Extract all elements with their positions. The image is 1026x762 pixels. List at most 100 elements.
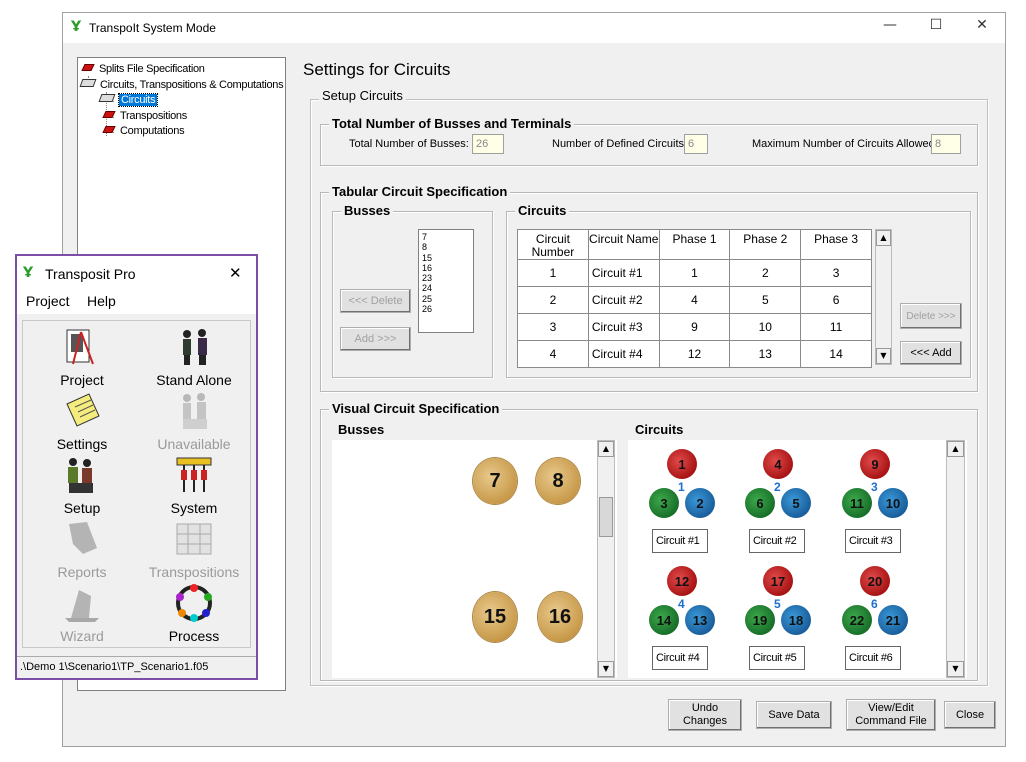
circuit-name-label[interactable]: Circuit #1 [652, 529, 708, 553]
circuit-phase-ball[interactable]: 6 [745, 488, 775, 518]
menu-project[interactable]: Project [26, 293, 70, 309]
circuit-name-label[interactable]: Circuit #5 [749, 646, 805, 670]
list-item[interactable]: 25 [422, 294, 470, 304]
circuit-phase-ball[interactable]: 9 [860, 449, 890, 479]
table-cell[interactable]: 4 [517, 340, 589, 368]
settings-tool[interactable]: Settings [27, 390, 137, 452]
unavailable-tool[interactable]: Unavailable [139, 390, 249, 452]
scroll-up-icon[interactable]: ▲ [598, 441, 614, 457]
circuit-name-label[interactable]: Circuit #3 [845, 529, 901, 553]
list-item[interactable]: 23 [422, 273, 470, 283]
table-cell[interactable]: 1 [517, 259, 589, 287]
table-row[interactable]: 3 Circuit #3 9 10 11 [517, 313, 872, 341]
scroll-thumb[interactable] [599, 497, 613, 537]
save-data-button[interactable]: Save Data [756, 701, 832, 729]
circuit-phase-ball[interactable]: 1 [667, 449, 697, 479]
table-cell[interactable]: 6 [800, 286, 872, 314]
table-row[interactable]: 4 Circuit #4 12 13 14 [517, 340, 872, 368]
busses-listbox[interactable]: 7 8 15 16 23 24 25 26 [418, 229, 474, 333]
table-cell[interactable]: 12 [658, 340, 731, 368]
table-cell[interactable]: 14 [800, 340, 872, 368]
menu-help[interactable]: Help [87, 293, 116, 309]
circuit-phase-ball[interactable]: 14 [649, 605, 679, 635]
scroll-down-icon[interactable]: ▼ [947, 661, 964, 677]
tree-item-transpositions[interactable]: Transpositions [102, 110, 187, 122]
system-tool[interactable]: System [139, 454, 249, 516]
column-header-phase2[interactable]: Phase 2 [729, 229, 802, 260]
table-scrollbar[interactable]: ▲ ▼ [875, 229, 892, 365]
circuit-phase-ball[interactable]: 10 [878, 488, 908, 518]
table-cell[interactable]: Circuit #2 [587, 286, 660, 314]
table-cell[interactable]: Circuit #3 [587, 313, 660, 341]
circuit-name-label[interactable]: Circuit #6 [845, 646, 901, 670]
stand-alone-tool[interactable]: Stand Alone [139, 326, 249, 388]
circuit-phase-ball[interactable]: 17 [763, 566, 793, 596]
close-button[interactable]: Close [944, 701, 996, 729]
add-bus-button[interactable]: Add >>> [340, 327, 411, 351]
bus-ball[interactable]: 15 [473, 592, 517, 642]
maximize-button[interactable]: ☐ [921, 17, 951, 39]
table-cell[interactable]: 3 [800, 259, 872, 287]
delete-circuit-button[interactable]: Delete >>> [900, 303, 962, 329]
process-tool[interactable]: Process [139, 582, 249, 644]
busses-scrollbar[interactable]: ▲ ▼ [597, 440, 615, 678]
table-cell[interactable]: 2 [517, 286, 589, 314]
table-cell[interactable]: 11 [800, 313, 872, 341]
tree-item-splits[interactable]: Splits File Specification [81, 63, 205, 75]
undo-changes-button[interactable]: Undo Changes [668, 699, 742, 731]
list-item[interactable]: 8 [422, 242, 470, 252]
table-cell[interactable]: 3 [517, 313, 589, 341]
project-tool[interactable]: Project [27, 326, 137, 388]
list-item[interactable]: 26 [422, 304, 470, 314]
wizard-tool[interactable]: Wizard [27, 582, 137, 644]
table-cell[interactable]: Circuit #1 [587, 259, 660, 287]
table-cell[interactable]: 9 [658, 313, 731, 341]
tree-item-computations[interactable]: Computations [102, 125, 185, 137]
table-cell[interactable]: 4 [658, 286, 731, 314]
delete-bus-button[interactable]: <<< Delete [340, 289, 411, 313]
circuit-phase-ball[interactable]: 19 [745, 605, 775, 635]
circuit-name-label[interactable]: Circuit #4 [652, 646, 708, 670]
list-item[interactable]: 16 [422, 263, 470, 273]
view-edit-command-file-button[interactable]: View/Edit Command File [846, 699, 936, 731]
circuit-phase-ball[interactable]: 5 [781, 488, 811, 518]
circuit-phase-ball[interactable]: 13 [685, 605, 715, 635]
column-header-number[interactable]: Circuit Number [517, 229, 589, 260]
circuit-name-label[interactable]: Circuit #2 [749, 529, 805, 553]
list-item[interactable]: 7 [422, 232, 470, 242]
bus-ball[interactable]: 7 [473, 458, 517, 504]
table-cell[interactable]: 10 [729, 313, 802, 341]
table-cell[interactable]: 5 [729, 286, 802, 314]
tree-item-circuits[interactable]: Circuits [98, 93, 159, 107]
circuit-phase-ball[interactable]: 11 [842, 488, 872, 518]
circuit-phase-ball[interactable]: 18 [781, 605, 811, 635]
column-header-name[interactable]: Circuit Name [587, 229, 660, 260]
table-cell[interactable]: 1 [658, 259, 731, 287]
pro-close-button[interactable]: ✕ [229, 264, 242, 282]
tree-item-circuits-group[interactable]: Circuits, Transpositions & Computations [79, 79, 284, 91]
table-cell[interactable]: 13 [729, 340, 802, 368]
circuit-phase-ball[interactable]: 3 [649, 488, 679, 518]
scroll-down-icon[interactable]: ▼ [876, 348, 891, 364]
bus-ball[interactable]: 16 [538, 592, 582, 642]
transpositions-tool[interactable]: Transpositions [139, 518, 249, 580]
close-window-button[interactable]: ✕ [967, 17, 997, 39]
table-cell[interactable]: 2 [729, 259, 802, 287]
scroll-up-icon[interactable]: ▲ [876, 230, 891, 246]
circuit-phase-ball[interactable]: 4 [763, 449, 793, 479]
setup-tool[interactable]: Setup [27, 454, 137, 516]
circuit-phase-ball[interactable]: 12 [667, 566, 697, 596]
add-circuit-button[interactable]: <<< Add [900, 341, 962, 365]
circuit-phase-ball[interactable]: 21 [878, 605, 908, 635]
minimize-button[interactable]: — [875, 17, 905, 39]
circuits-scrollbar[interactable]: ▲ ▼ [946, 440, 965, 678]
table-row[interactable]: 2 Circuit #2 4 5 6 [517, 286, 872, 314]
column-header-phase3[interactable]: Phase 3 [800, 229, 872, 260]
scroll-down-icon[interactable]: ▼ [598, 661, 614, 677]
circuit-phase-ball[interactable]: 2 [685, 488, 715, 518]
list-item[interactable]: 24 [422, 283, 470, 293]
scroll-up-icon[interactable]: ▲ [947, 441, 964, 457]
bus-ball[interactable]: 8 [536, 458, 580, 504]
reports-tool[interactable]: Reports [27, 518, 137, 580]
circuit-phase-ball[interactable]: 22 [842, 605, 872, 635]
